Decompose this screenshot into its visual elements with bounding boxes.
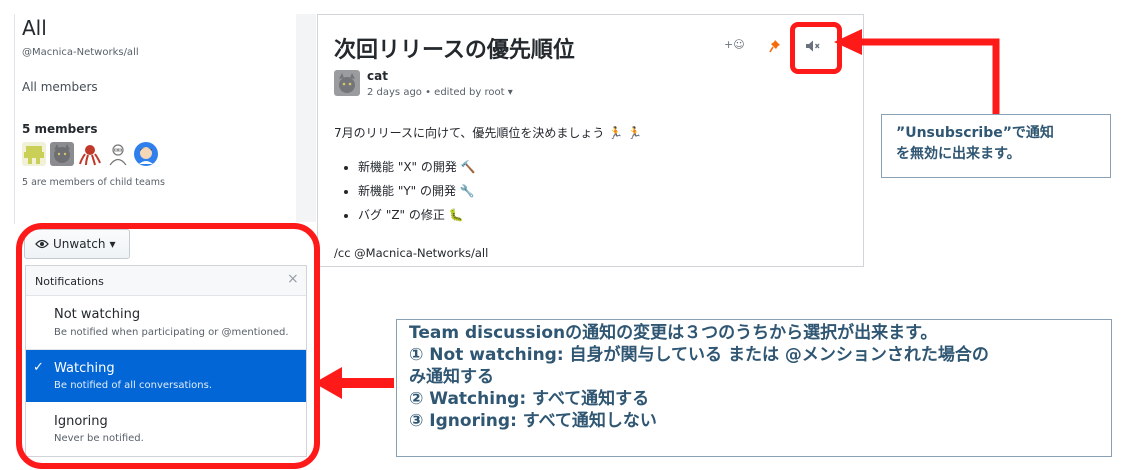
callout-line: Team discussionの通知の変更は３つのうちから選択が出来ます。 <box>409 323 938 343</box>
arrow-to-dropdown <box>314 367 394 399</box>
callout-line: ③ Ignoring: すべて通知しない <box>409 411 657 431</box>
notification-options-callout: Team discussionの通知の変更は３つのうちから選択が出来ます。 ① … <box>396 319 1112 457</box>
callout-line: ”Unsubscribe”で通知 <box>896 125 1054 141</box>
arrow-to-mute-icon <box>834 29 1000 114</box>
callout-line: ① Not watching: 自身が関与している または @メンションされた場… <box>409 345 989 365</box>
callout-line: を無効に出来ます。 <box>896 146 1021 162</box>
callout-line: ② Watching: すべて通知する <box>409 389 650 409</box>
unsubscribe-callout: ”Unsubscribe”で通知 を無効に出来ます。 <box>881 114 1111 178</box>
callout-line: み通知する <box>409 367 494 387</box>
